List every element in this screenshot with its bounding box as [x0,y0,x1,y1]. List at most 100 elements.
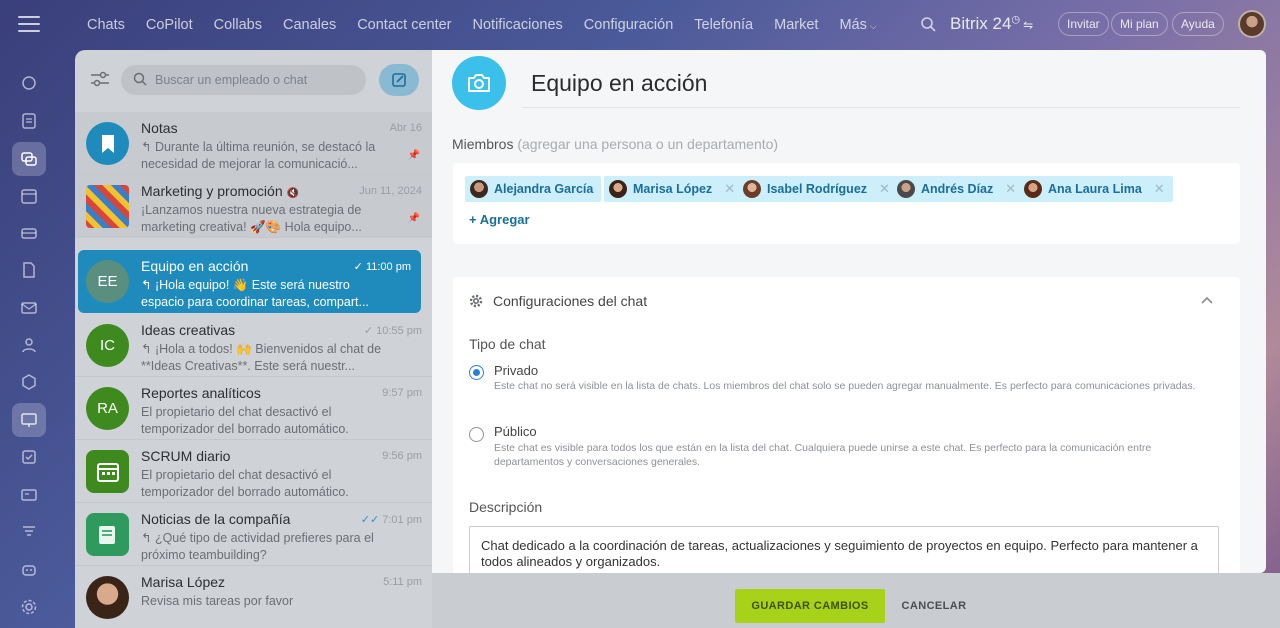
menu-item-configuracion[interactable]: Configuración [584,17,673,33]
radio-private[interactable] [469,365,484,380]
chat-item-reportes[interactable]: RA Reportes analíticos 9:57 pm El propie… [75,377,432,440]
settings-header[interactable]: Configuraciones del chat [469,293,647,309]
rail-crm-icon[interactable] [12,478,46,512]
help-button[interactable]: Ayuda [1172,12,1224,36]
chat-item-scrum[interactable]: SCRUM diario 9:56 pm El propietario del … [75,440,432,503]
rail-feed-icon[interactable] [12,104,46,138]
member-avatar [743,180,761,198]
menu-item-chats[interactable]: Chats [87,17,125,33]
chat-list-header [75,50,432,108]
menu-item-contact-center[interactable]: Contact center [357,17,451,33]
hamburger-menu-icon[interactable] [18,16,40,34]
chat-item-marketing[interactable]: Marketing y promoción 🔇 Jun 11, 2024 ¡La… [75,175,432,238]
radio-public[interactable] [469,427,484,442]
menu-item-notificaciones[interactable]: Notificaciones [473,17,563,33]
chat-search-box [121,65,366,95]
menu-item-mas-label: Más [839,17,867,33]
chat-settings-card: Configuraciones del chat Tipo de chat Pr… [453,277,1240,573]
chat-item-marisa[interactable]: Marisa López 5:11 pm Revisa mis tareas p… [75,566,432,628]
chat-type-label: Tipo de chat [469,336,546,352]
chat-avatar: IC [86,324,129,367]
chat-avatar-upload[interactable] [452,56,506,110]
check-icon: ✓ [353,261,363,273]
camera-icon [468,74,490,92]
rail-settings-icon[interactable] [12,590,46,624]
member-name: Ana Laura Lima [1048,182,1142,196]
news-icon [86,513,129,556]
menu-item-collabs[interactable]: Collabs [214,17,262,33]
chat-search-input[interactable] [155,65,360,95]
rail-drive-icon[interactable] [12,216,46,250]
search-icon [133,72,147,86]
members-box: Alejandra García Marisa López ✕ Isabel R… [453,163,1240,244]
chat-time: ✓ 11:00 pm [354,260,411,273]
chat-time-text: 11:00 pm [365,261,411,273]
add-member-link[interactable]: + Agregar [469,212,530,227]
chat-list-panel: Notas Abr 16 ↰ Durante la última reunión… [75,50,432,628]
member-chip: Marisa López ✕ [604,176,744,202]
member-name: Isabel Rodríguez [767,182,868,196]
rail-messenger-icon[interactable] [12,142,46,176]
swap-icon: ⇋ [1023,18,1034,32]
chat-item-ideas[interactable]: IC Ideas creativas ✓ 10:55 pm ↰ ¡Hola a … [75,314,432,377]
plan-button[interactable]: Mi plan [1111,12,1168,36]
chat-time: Abr 16 [389,122,422,134]
rail-robot-icon[interactable] [12,552,46,586]
remove-member-icon[interactable]: ✕ [1154,181,1165,197]
compose-button[interactable] [379,64,419,96]
search-icon[interactable] [920,16,936,32]
menu-item-canales[interactable]: Canales [283,17,336,33]
user-avatar[interactable] [1238,10,1266,38]
member-name: Marisa López [633,182,713,196]
chevron-down-icon: ⌵ [869,21,877,31]
remove-member-icon[interactable]: ✕ [879,181,890,197]
rail-board-icon[interactable] [12,403,46,437]
chat-item-noticias[interactable]: Noticias de la compañía ✓✓ 7:01 pm ↰ ¿Qu… [75,503,432,566]
remove-member-icon[interactable]: ✕ [1005,181,1016,197]
member-name: Alejandra García [494,182,594,196]
gear-icon [469,294,483,308]
chat-name: Equipo en acción [141,258,249,274]
rail-tasks-icon[interactable] [12,440,46,474]
member-avatar [609,180,627,198]
clock-icon: ◷ [1011,14,1021,26]
rail-chat-bubble-icon[interactable] [12,66,46,100]
menu-item-telefonia[interactable]: Telefonía [694,17,753,33]
chat-name: Marketing y promoción 🔇 [141,183,299,199]
cancel-button[interactable]: CANCELAR [894,589,974,623]
member-chip: Andrés Díaz ✕ [892,176,1025,202]
rail-hexagon-icon[interactable] [12,365,46,399]
chat-preview: ¡Lanzamos nuestra nueva estrategia de ma… [141,203,362,234]
chat-title-input[interactable]: Equipo en acción [531,70,707,97]
rail-filter-icon[interactable] [12,515,46,549]
rail-mail-icon[interactable] [12,291,46,325]
chevron-up-icon[interactable] [1200,293,1214,307]
chat-preview: El propietario del chat desactivó el tem… [141,468,349,499]
chat-name: Marisa López [141,574,226,590]
top-menu: Chats CoPilot Collabs Canales Contact ce… [87,0,898,50]
settings-title: Configuraciones del chat [493,293,648,309]
chat-name: Ideas creativas [141,322,236,338]
chat-preview: Revisa mis tareas por favor [141,594,294,608]
double-check-icon: ✓✓ [360,514,380,526]
rail-calendar-icon[interactable] [12,179,46,213]
save-button[interactable]: GUARDAR CAMBIOS [735,589,885,623]
remove-member-icon[interactable]: ✕ [724,181,735,197]
chat-item-equipo[interactable]: EE Equipo en acción ✓ 11:00 pm ↰ ¡Hola e… [78,250,421,313]
menu-item-copilot[interactable]: CoPilot [146,17,193,33]
chat-preview: El propietario del chat desactivó el tem… [141,405,349,436]
rail-contacts-icon[interactable] [12,328,46,362]
chat-preview: ↰ Durante la última reunión, se destacó … [141,140,376,171]
chat-avatar-photo [86,576,129,619]
left-rail [0,50,60,628]
title-divider [522,107,1240,108]
description-textarea[interactable]: Chat dedicado a la coordinación de tarea… [469,526,1219,573]
chat-item-notas[interactable]: Notas Abr 16 ↰ Durante la última reunión… [75,112,432,175]
chat-name: SCRUM diario [141,448,231,464]
rail-document-icon[interactable] [12,253,46,287]
sliders-icon[interactable] [89,70,111,88]
invite-button[interactable]: Invitar [1058,12,1109,36]
chat-name: Noticias de la compañía [141,511,291,527]
menu-item-mas[interactable]: Más ⌵ [839,17,876,33]
menu-item-market[interactable]: Market [774,17,818,33]
